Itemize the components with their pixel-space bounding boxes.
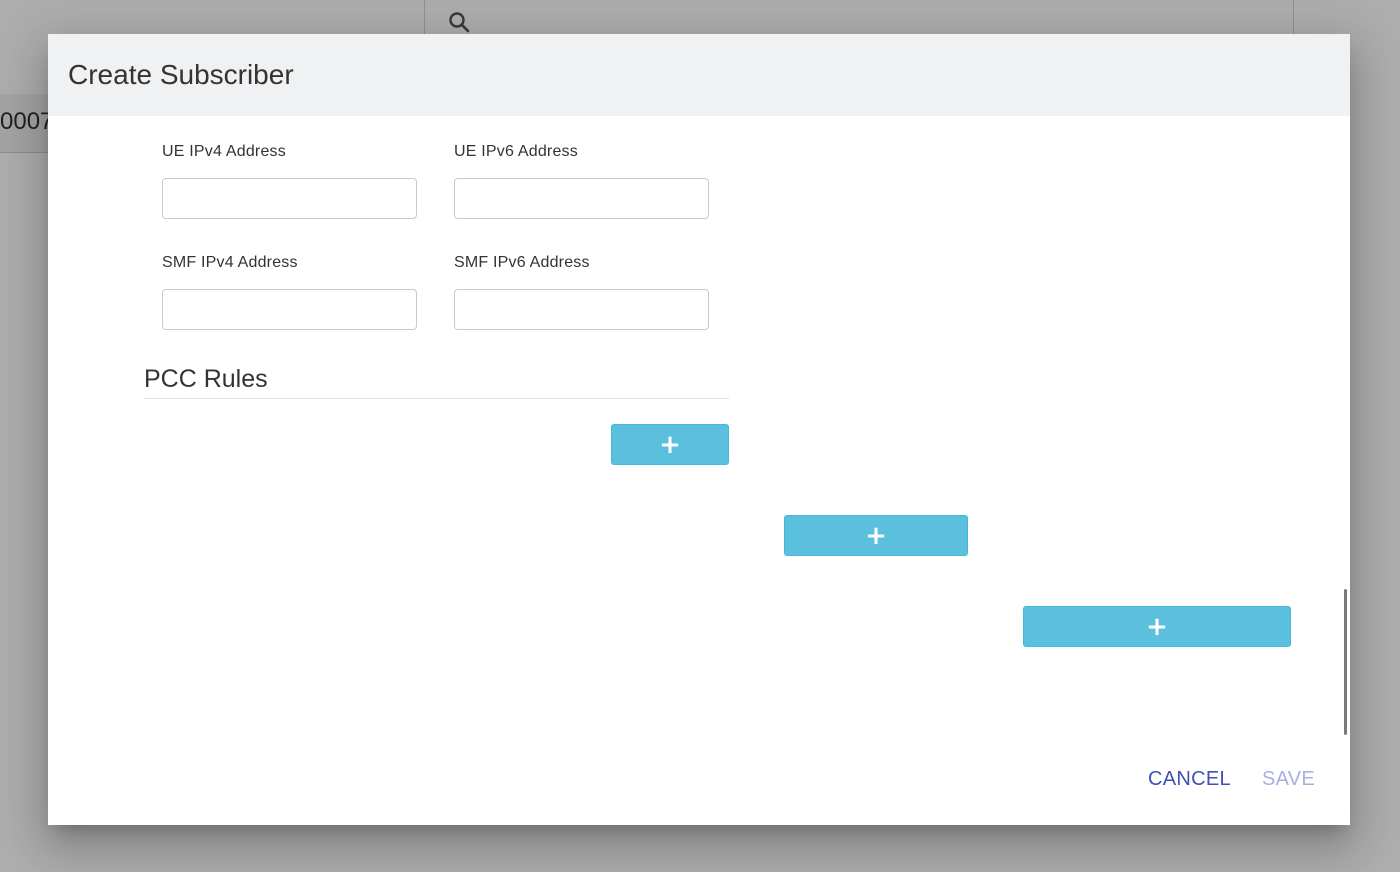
plus-icon: + (1146, 611, 1168, 642)
pcc-rules-title: PCC Rules (144, 365, 268, 393)
smf-ipv6-field: SMF IPv6 Address (454, 253, 709, 330)
section-divider (144, 398, 729, 399)
dialog-title: Create Subscriber (68, 59, 294, 90)
ue-ipv4-field: UE IPv4 Address (162, 142, 417, 219)
smf-ipv6-input[interactable] (454, 289, 709, 330)
smf-ipv4-input[interactable] (162, 289, 417, 330)
save-button[interactable]: SAVE (1262, 764, 1315, 794)
ue-ipv6-input[interactable] (454, 178, 709, 219)
smf-ipv4-field: SMF IPv4 Address (162, 253, 417, 330)
create-subscriber-dialog: Create Subscriber UE IPv4 Address UE IPv… (48, 34, 1350, 825)
plus-icon: + (865, 520, 887, 551)
ue-ipv4-input[interactable] (162, 178, 417, 219)
smf-ipv6-label: SMF IPv6 Address (454, 254, 590, 271)
add-pcc-rule-button[interactable]: + (611, 424, 729, 465)
ue-ipv4-label: UE IPv4 Address (162, 143, 286, 160)
add-item-button[interactable]: + (1023, 606, 1291, 647)
scrollbar[interactable] (1344, 589, 1347, 735)
cancel-button[interactable]: CANCEL (1148, 764, 1231, 794)
ue-ipv6-field: UE IPv6 Address (454, 142, 709, 219)
ue-ipv6-label: UE IPv6 Address (454, 143, 578, 160)
plus-icon: + (659, 429, 681, 460)
add-flow-button[interactable]: + (784, 515, 968, 556)
smf-ipv4-label: SMF IPv4 Address (162, 254, 298, 271)
dialog-header: Create Subscriber (48, 34, 1350, 116)
